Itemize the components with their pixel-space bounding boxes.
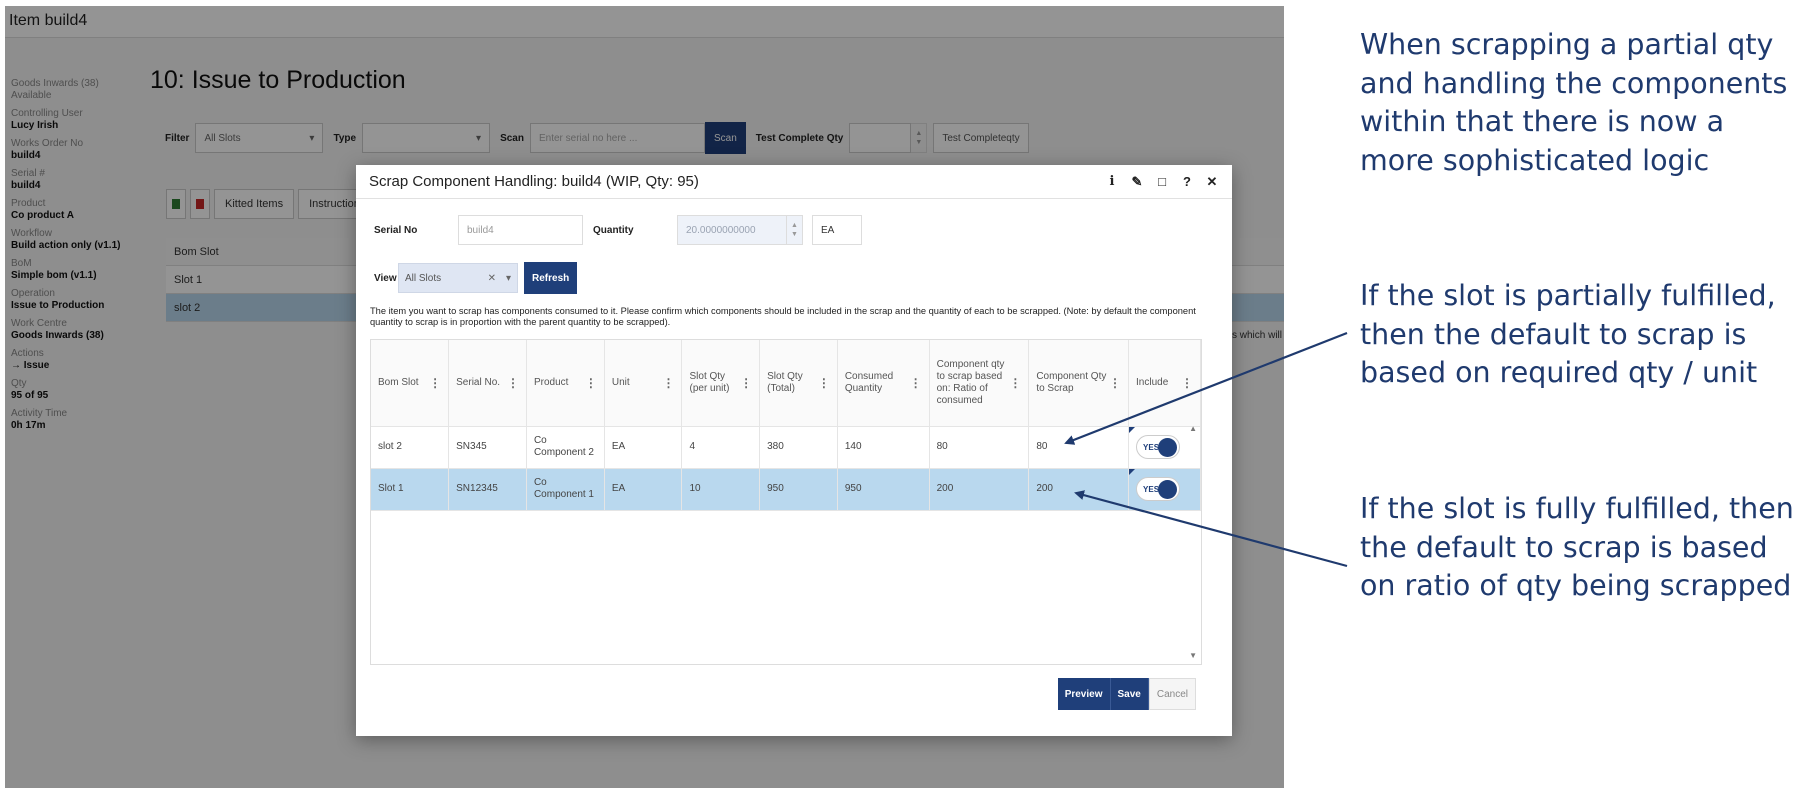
column-menu-icon[interactable]: ⋮ (1009, 377, 1021, 389)
info-icon[interactable]: i (1105, 174, 1119, 189)
column-menu-icon[interactable]: ⋮ (740, 377, 752, 389)
column-header-slot-qty-total[interactable]: Slot Qty (Total) ⋮ (759, 340, 838, 427)
annotation-intro: When scrapping a partial qty and handlin… (1360, 28, 1788, 177)
chevron-down-icon[interactable]: ▾ (506, 273, 511, 284)
column-menu-icon[interactable]: ⋮ (585, 377, 597, 389)
cell-bom-slot: slot 2 (371, 426, 450, 469)
annotation-partial-fulfilled: If the slot is partially fulfilled, then… (1360, 279, 1776, 389)
column-header-ratio-qty[interactable]: Component qty to scrap based on: Ratio o… (929, 340, 1030, 427)
column-menu-icon[interactable]: ⋮ (910, 377, 922, 389)
cell-qty-to-scrap[interactable]: 80 (1028, 426, 1130, 469)
edited-flag-icon (1129, 426, 1136, 433)
column-header-label: Product (533, 376, 569, 388)
table-row[interactable]: slot 2 SN345 Co Component 2 EA 4 380 140… (371, 426, 1201, 469)
toggle-knob (1158, 480, 1178, 499)
cell-include: YES (1128, 468, 1201, 511)
column-header-label: Serial No. (456, 376, 501, 388)
scrap-info-message: The item you want to scrap has component… (370, 306, 1196, 327)
cell-serial: SN12345 (448, 468, 527, 511)
column-menu-icon[interactable]: ⋮ (1109, 377, 1121, 389)
column-header-label: Unit (611, 376, 630, 388)
cell-serial: SN345 (448, 426, 527, 469)
refresh-button[interactable]: Refresh (524, 262, 578, 294)
cell-qty-to-scrap[interactable]: 200 (1028, 468, 1130, 511)
view-select-value: All Slots (405, 272, 442, 284)
scroll-down-arrow-icon[interactable]: ▼ (1189, 651, 1197, 660)
edit-icon[interactable]: ✎ (1130, 174, 1144, 190)
column-header-product[interactable]: Product ⋮ (526, 340, 605, 427)
column-header-label: Consumed Quantity (844, 370, 894, 394)
cell-qty-per-unit: 4 (681, 426, 761, 469)
include-toggle[interactable]: YES (1136, 435, 1181, 459)
annotation-fully-fulfilled: If the slot is fully fulfilled, then the… (1360, 492, 1794, 602)
cancel-button[interactable]: Cancel (1148, 678, 1196, 710)
view-select[interactable]: All Slots ✕ ▾ (398, 263, 518, 293)
include-toggle-label: YES (1143, 485, 1160, 494)
column-header-consumed-quantity[interactable]: Consumed Quantity ⋮ (837, 340, 930, 427)
cell-consumed: 140 (837, 426, 930, 469)
grid-header-row: Bom Slot ⋮ Serial No. ⋮ Product ⋮ Unit ⋮ Slo… (371, 340, 1201, 427)
column-header-label: Component qty to scrap based on: Ratio o… (936, 358, 1005, 406)
cell-qty-total: 380 (759, 426, 838, 469)
toggle-knob (1158, 438, 1178, 457)
column-header-label: Slot Qty (per unit) (689, 370, 730, 394)
column-header-label: Include (1136, 376, 1169, 388)
save-button[interactable]: Save (1110, 678, 1149, 710)
cell-product: Co Component 1 (526, 468, 605, 511)
column-header-unit[interactable]: Unit ⋮ (604, 340, 683, 427)
dialog-header-actions: i ✎ □ ? ✕ (1105, 174, 1219, 190)
include-toggle-label: YES (1143, 443, 1160, 452)
quantity-label: Quantity (593, 224, 634, 236)
quantity-stepper[interactable]: ▲ ▼ (787, 215, 803, 245)
column-menu-icon[interactable]: ⋮ (507, 377, 519, 389)
view-row: View All Slots ✕ ▾ Refresh (374, 262, 578, 294)
column-header-qty-to-scrap[interactable]: Component Qty to Scrap ⋮ (1028, 340, 1130, 427)
clear-icon[interactable]: ✕ (488, 273, 496, 284)
serial-no-label: Serial No (374, 224, 418, 236)
dialog-footer: Preview Save Cancel (1057, 678, 1196, 710)
column-menu-icon[interactable]: ⋮ (429, 377, 441, 389)
column-header-slot-qty-per-unit[interactable]: Slot Qty (per unit) ⋮ (681, 340, 761, 427)
cell-consumed: 950 (837, 468, 930, 511)
cell-product: Co Component 2 (526, 426, 605, 469)
cell-ratio-qty: 80 (929, 426, 1030, 469)
column-header-serial-no[interactable]: Serial No. ⋮ (448, 340, 527, 427)
maximize-icon[interactable]: □ (1155, 174, 1169, 189)
column-header-bom-slot[interactable]: Bom Slot ⋮ (371, 340, 450, 427)
serial-no-field[interactable]: build4 (458, 215, 583, 245)
include-toggle[interactable]: YES (1136, 477, 1181, 501)
help-icon[interactable]: ? (1180, 174, 1194, 189)
column-header-include[interactable]: Include ⋮ (1128, 340, 1201, 427)
scroll-up-arrow-icon[interactable]: ▲ (1189, 424, 1197, 433)
cell-bom-slot: Slot 1 (371, 468, 450, 511)
cell-qty-total: 950 (759, 468, 838, 511)
view-label: View (374, 272, 397, 284)
cell-unit: EA (604, 426, 683, 469)
dialog-header: Scrap Component Handling: build4 (WIP, Q… (356, 165, 1232, 199)
column-header-label: Component Qty to Scrap (1036, 370, 1107, 394)
quantity-field[interactable]: 20.0000000000 (677, 215, 787, 245)
column-header-label: Bom Slot (378, 376, 419, 388)
column-menu-icon[interactable]: ⋮ (818, 377, 830, 389)
preview-button[interactable]: Preview (1057, 678, 1111, 710)
unit-field[interactable]: EA (812, 215, 862, 245)
cell-unit: EA (604, 468, 683, 511)
scrap-component-dialog: Scrap Component Handling: build4 (WIP, Q… (356, 165, 1232, 736)
cell-qty-per-unit: 10 (681, 468, 761, 511)
close-icon[interactable]: ✕ (1205, 174, 1219, 190)
column-menu-icon[interactable]: ⋮ (1181, 377, 1193, 389)
component-grid: Bom Slot ⋮ Serial No. ⋮ Product ⋮ Unit ⋮ Slo… (370, 339, 1202, 665)
edited-flag-icon (1129, 468, 1136, 475)
table-row[interactable]: Slot 1 SN12345 Co Component 1 EA 10 950 … (371, 468, 1201, 511)
column-header-label: Slot Qty (Total) (767, 370, 803, 394)
scrap-form-row: Serial No build4 Quantity 20.0000000000 … (374, 215, 862, 245)
dialog-title: Scrap Component Handling: build4 (WIP, Q… (369, 173, 699, 190)
cell-ratio-qty: 200 (929, 468, 1030, 511)
column-menu-icon[interactable]: ⋮ (662, 377, 674, 389)
